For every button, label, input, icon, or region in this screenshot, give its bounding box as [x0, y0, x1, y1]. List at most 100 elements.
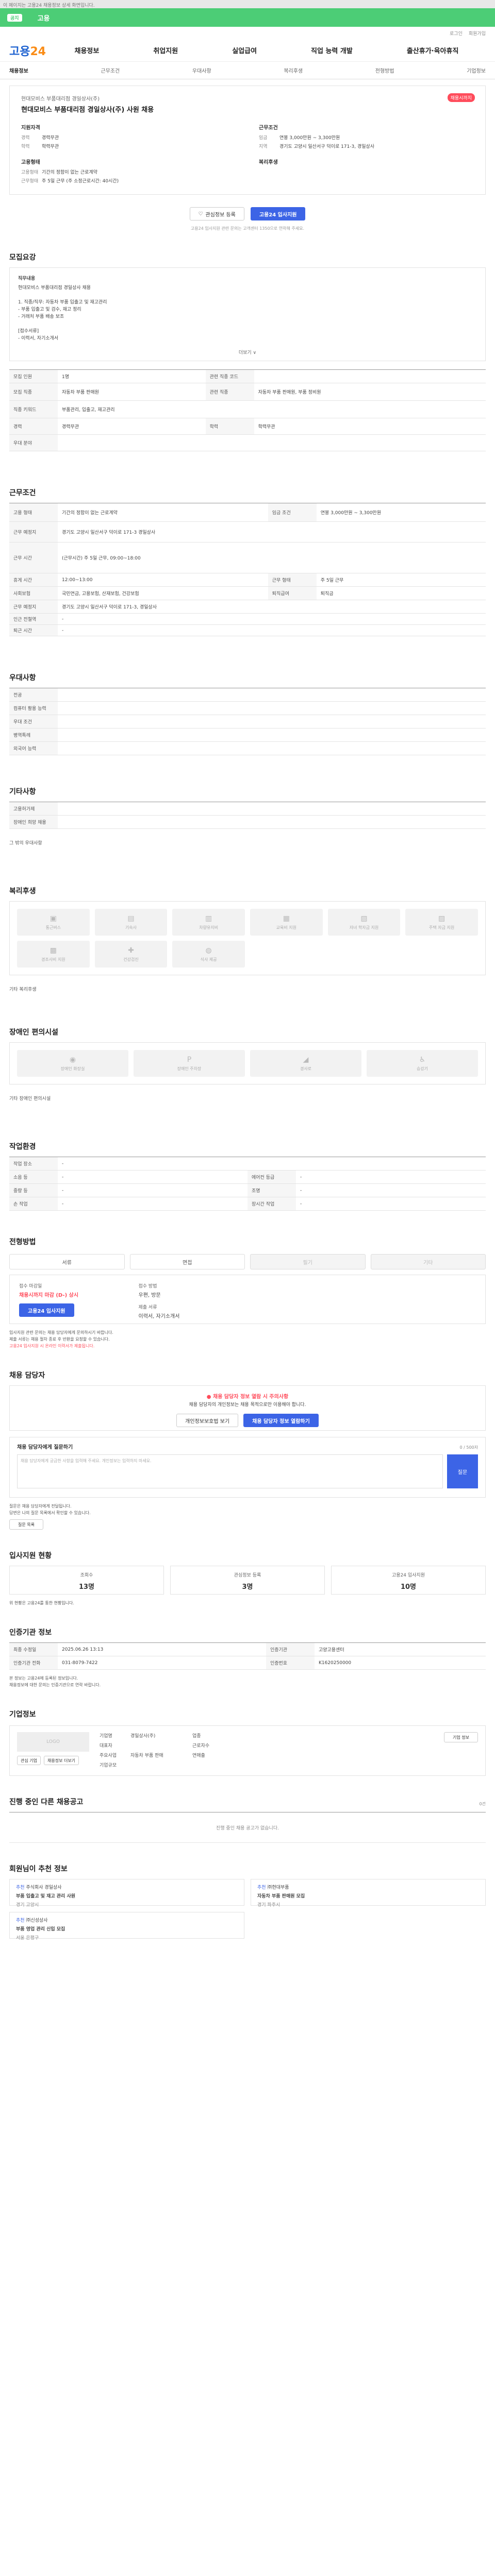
privacy-law-button[interactable]: 개인정보보호법 보기 [176, 1414, 239, 1427]
table-key: 손 작업 [9, 1197, 58, 1211]
recommend-card[interactable]: 추천 ㈜신성상사 부품 영업 관리 신입 모집 서울 은평구 [9, 1912, 244, 1941]
question-textarea[interactable]: 채용 담당자에게 궁금한 사항을 입력해 주세요. 개인정보는 입력하지 마세요… [17, 1454, 443, 1488]
note-line: 고용24 입사지원 시 온라인 이력서가 제출됩니다. [9, 1344, 95, 1348]
nav-benefit[interactable]: 실업급여 [232, 45, 257, 55]
note-line: 입사지원 관련 문의는 채용 담당자에게 문의하시기 바랍니다. [9, 1330, 113, 1335]
view-contact-button[interactable]: 채용 담당자 정보 열람하기 [243, 1414, 319, 1427]
recommend-grid: 추천 주식회사 경일상사 부품 입출고 및 재고 관리 사원 경기 고양시 추천 ㈜… [9, 1879, 486, 1941]
recommend-tag: 추천 [16, 1885, 25, 1890]
status-section-title: 입사지원 현황 [9, 1552, 52, 1560]
qualification-heading: 지원자격 [21, 125, 40, 131]
preference-section-title: 우대사항 [9, 674, 36, 682]
docs-value: 이력서, 자기소개서 [138, 1314, 180, 1319]
desc-line: 1. 직종/직무: 자동차 부품 입출고 및 재고관리 [18, 300, 107, 305]
etc-extra: 그 밖의 우대사항 [9, 841, 42, 846]
detail-key: 대표자 [100, 1743, 112, 1749]
detail-value: 경일상사(주) [130, 1734, 156, 1739]
login-link[interactable]: 로그인 [450, 30, 463, 37]
region-label: 지역 [259, 144, 268, 149]
table-row: 경력 경력무관 학력 학력무관 [9, 418, 486, 435]
more-button[interactable]: 더보기 ∨ [239, 349, 256, 357]
car-icon: ▥ [205, 914, 212, 923]
tab-conditions[interactable]: 근무조건 [101, 66, 120, 74]
deadline-label: 접수 마감일 [19, 1284, 42, 1289]
recommend-title: 부품 입출고 및 재고 관리 사원 [16, 1894, 76, 1899]
wheelchair-icon: ♿ [419, 1055, 426, 1064]
table-row: 우대 조건 [9, 715, 486, 728]
tab-preference[interactable]: 우대사항 [192, 66, 211, 74]
table-key: 근무 예정지 [9, 521, 58, 543]
table-key: 우대 조건 [9, 715, 58, 728]
table-row: 인증기관 전화 031-8079-7422 인증번호 K1620250000 [9, 1656, 486, 1670]
signup-link[interactable]: 회원가입 [469, 30, 486, 37]
table-key: 근무 형태 [268, 573, 317, 587]
table-row: 고용허가제 [9, 802, 486, 816]
apply-button[interactable]: 고용24 입사지원 [250, 207, 306, 221]
table-value: - [58, 613, 486, 625]
facility-label: 경사로 [300, 1066, 312, 1071]
company-section-title: 기업정보 [9, 1710, 36, 1719]
table-value: 국민연금, 고용보험, 산재보험, 건강보험 [58, 586, 268, 600]
detail-value [130, 1742, 192, 1750]
recommend-title: 부품 영업 관리 신입 모집 [16, 1927, 65, 1932]
detail-key: 기업규모 [100, 1763, 117, 1768]
apply-button-2[interactable]: 고용24 입사지원 [19, 1303, 74, 1317]
detail-value [223, 1742, 285, 1750]
other-jobs-title: 진행 중인 다른 채용공고 [9, 1798, 84, 1806]
recommend-location: 경기 파주시 [257, 1903, 280, 1908]
company-name[interactable]: 현대모비스 부품대리점 경일상사(주) [21, 94, 474, 102]
note-line: 채용정보에 대한 문의는 인증기관으로 연락 바랍니다. [9, 1683, 101, 1687]
table-key: 근무 예정지 [9, 600, 58, 614]
conditions-heading: 근무조건 [259, 125, 278, 131]
table-row: 직종 키워드 부품관리, 입출고, 재고관리 [9, 400, 486, 418]
table-value: 1명 [58, 369, 206, 383]
tab-company[interactable]: 기업정보 [467, 66, 486, 74]
tab-recruit[interactable]: 채용정보 [9, 66, 28, 74]
nav-training[interactable]: 직업 능력 개발 [311, 45, 353, 55]
recommend-card[interactable]: 추천 ㈜현대부품 자동차 부품 판매원 모집 경기 파주시 [251, 1879, 486, 1908]
tab-welfare[interactable]: 복리후생 [284, 66, 303, 74]
alert-title: 채용 담당자 정보 열람 시 주의사항 [213, 1394, 289, 1400]
scrap-button[interactable]: ♡ 관심정보 등록 [189, 207, 244, 221]
table-value [58, 715, 486, 728]
table-key: 사회보험 [9, 586, 58, 600]
company-jobs-button[interactable]: 채용정보 더보기 [43, 1756, 79, 1765]
table-value: 퇴직금 [316, 586, 486, 600]
table-value: 경력무관 [58, 418, 206, 435]
char-count: 0 / 500자 [459, 1445, 478, 1450]
recommend-card[interactable]: 추천 주식회사 경일상사 부품 입출고 및 재고 관리 사원 경기 고양시 [9, 1879, 244, 1908]
nav-leave[interactable]: 출산휴가·육아휴직 [407, 45, 459, 55]
notice-banner[interactable]: 공지 고용 [0, 8, 495, 27]
company-info-button[interactable]: 기업 정보 [444, 1732, 478, 1742]
step-interview: 면접 [129, 1254, 245, 1269]
etc-table: 고용허가제 장애인 희망 채용 [9, 802, 486, 829]
wage-label: 임금 [259, 135, 268, 141]
notice-badge: 공지 [7, 13, 22, 22]
region-value: 경기도 고양시 일산서구 덕이로 171-3, 경일상사 [279, 144, 375, 149]
notice-text: 고용 [37, 14, 50, 23]
table-key: 장시간 작업 [248, 1197, 296, 1211]
tab-process[interactable]: 전형방법 [375, 66, 394, 74]
contact-section-title: 채용 담당자 [9, 1371, 45, 1380]
site-logo[interactable]: 고용24 [9, 42, 47, 59]
table-key: 인증번호 [266, 1656, 315, 1670]
desc-line: - 거래처 부품 배송 보조 [18, 314, 64, 319]
favorite-company-button[interactable]: 관심 기업 [17, 1756, 41, 1765]
desc-line: [접수서류] [18, 329, 39, 334]
welfare-etc: 기타 복리후생 [9, 987, 37, 992]
nav-support[interactable]: 취업지원 [153, 45, 178, 55]
disability-grid: ◉ 장애인 화장실 P 장애인 주차장 ◢ 경사로 ♿ 승강기 [9, 1042, 486, 1084]
table-row: 모집 직종 자동차 부품 판매원 관련 직종 자동차 부품 판매원, 부품 정비원 [9, 383, 486, 401]
agency-table: 최종 수정일 2025.06.26 13:13 인증기관 고양고용센터 인증기관 전화… [9, 1642, 486, 1670]
nav-jobs[interactable]: 채용정보 [75, 45, 100, 55]
question-title: 채용 담당자에게 질문하기 [17, 1445, 73, 1450]
education-label: 학력 [21, 144, 30, 149]
company-details: 기업명 경일상사(주) 업종 대표자 근로자수 주요사업 자동차 부품 판매 연매출 기업… [100, 1732, 434, 1769]
question-list-button[interactable]: 질문 목록 [9, 1519, 43, 1530]
desc-line [18, 292, 477, 299]
table-row: 인근 전철역 - [9, 613, 486, 625]
welfare-label: 경조사비 지원 [41, 957, 65, 962]
career-value: 경력무관 [42, 135, 59, 141]
table-value: 경기도 고양시 일산서구 덕이로 171-3, 경일상사 [58, 600, 486, 614]
question-submit-button[interactable]: 질문 [447, 1454, 478, 1488]
